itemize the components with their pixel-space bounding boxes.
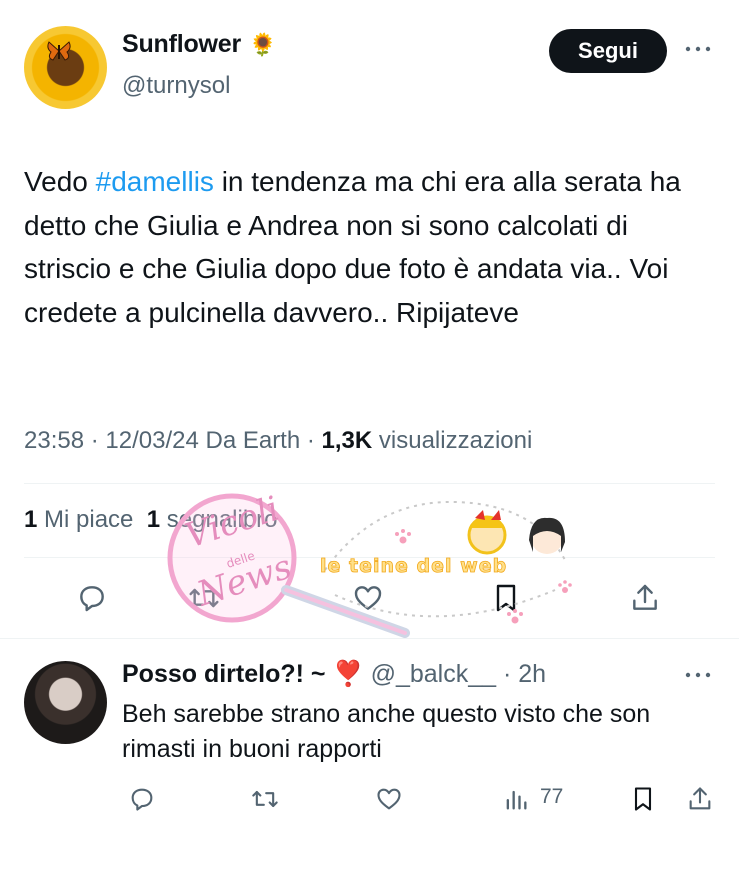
reply-reply-button[interactable] [122, 779, 162, 819]
reply-button[interactable] [72, 578, 112, 618]
reply-bookmark-button[interactable] [623, 779, 663, 819]
reply-author-name[interactable]: Posso dirtelo?! ~ [122, 660, 326, 688]
author-avatar[interactable] [24, 26, 107, 109]
bookmark-button[interactable] [486, 578, 526, 618]
divider [0, 638, 739, 639]
heart-icon [377, 788, 401, 810]
reply-text: Beh sarebbe strano anche questo visto ch… [122, 700, 651, 763]
divider [24, 483, 715, 484]
tweet-meta: 23:58 · 12/03/24 Da Earth · 1,3K visuali… [24, 427, 533, 454]
tweet-text-start: Vedo [24, 166, 96, 197]
reply-views-count: 77 [540, 785, 564, 808]
reply-icon [80, 586, 104, 612]
likes-label: Mi piace [44, 506, 134, 533]
like-button[interactable] [348, 578, 388, 618]
reply-author-avatar[interactable] [24, 661, 107, 744]
heart-exclamation-emoji: ❣️ [332, 660, 364, 688]
engagement-stats: 1 Mi piace 1 segnalibro [24, 506, 278, 534]
more-options-icon[interactable] [683, 39, 713, 59]
reply-time[interactable]: 2h [518, 660, 546, 688]
likes-stat[interactable]: 1 Mi piace [24, 506, 133, 533]
tweet-source: Da Earth [205, 427, 301, 454]
tweet-time[interactable]: 23:58 [24, 427, 84, 454]
retweet-icon [189, 588, 219, 608]
reply-more-options-icon[interactable] [683, 665, 713, 685]
sunflower-emoji: 🌻 [249, 32, 277, 57]
bookmarks-stat[interactable]: 1 segnalibro [147, 506, 278, 533]
reply-header: Posso dirtelo?! ~ ❣️ @_balck__ · 2h [122, 660, 547, 688]
author-handle[interactable]: @turnysol [122, 72, 230, 100]
reply-share-button[interactable] [680, 779, 720, 819]
tweet-text: Vedo #damellis in tendenza ma chi era al… [24, 160, 714, 334]
reply-like-button[interactable] [369, 779, 409, 819]
likes-count: 1 [24, 506, 38, 533]
reply-views-button[interactable] [496, 779, 536, 819]
retweet-icon [252, 790, 278, 808]
share-button[interactable] [625, 578, 665, 618]
tweet-date[interactable]: 12/03/24 [105, 427, 198, 454]
views-label: visualizzazioni [378, 427, 533, 454]
share-icon [689, 787, 711, 810]
bookmarks-label: segnalibro [166, 506, 278, 533]
watermark-text-2: delle [225, 549, 257, 571]
watermark-text-4: le teine del web [320, 555, 507, 577]
author-name[interactable]: Sunflower 🌻 [122, 30, 276, 59]
analytics-icon [506, 790, 527, 810]
author-name-text: Sunflower [122, 30, 242, 58]
retweet-button[interactable] [184, 578, 224, 618]
reply-author-handle[interactable]: @_balck__ [371, 660, 496, 688]
butterfly-icon [47, 41, 71, 61]
share-icon [633, 584, 657, 610]
views-count: 1,3K [321, 427, 373, 454]
reply-icon [131, 788, 153, 811]
reply-retweet-button[interactable] [245, 779, 285, 819]
heart-icon [354, 586, 382, 610]
bookmark-icon [496, 584, 516, 612]
divider [24, 557, 715, 558]
bookmark-icon [634, 787, 652, 811]
bookmarks-count: 1 [146, 506, 161, 533]
follow-button[interactable]: Segui [549, 29, 667, 73]
hashtag-link[interactable]: #damellis [96, 166, 214, 197]
